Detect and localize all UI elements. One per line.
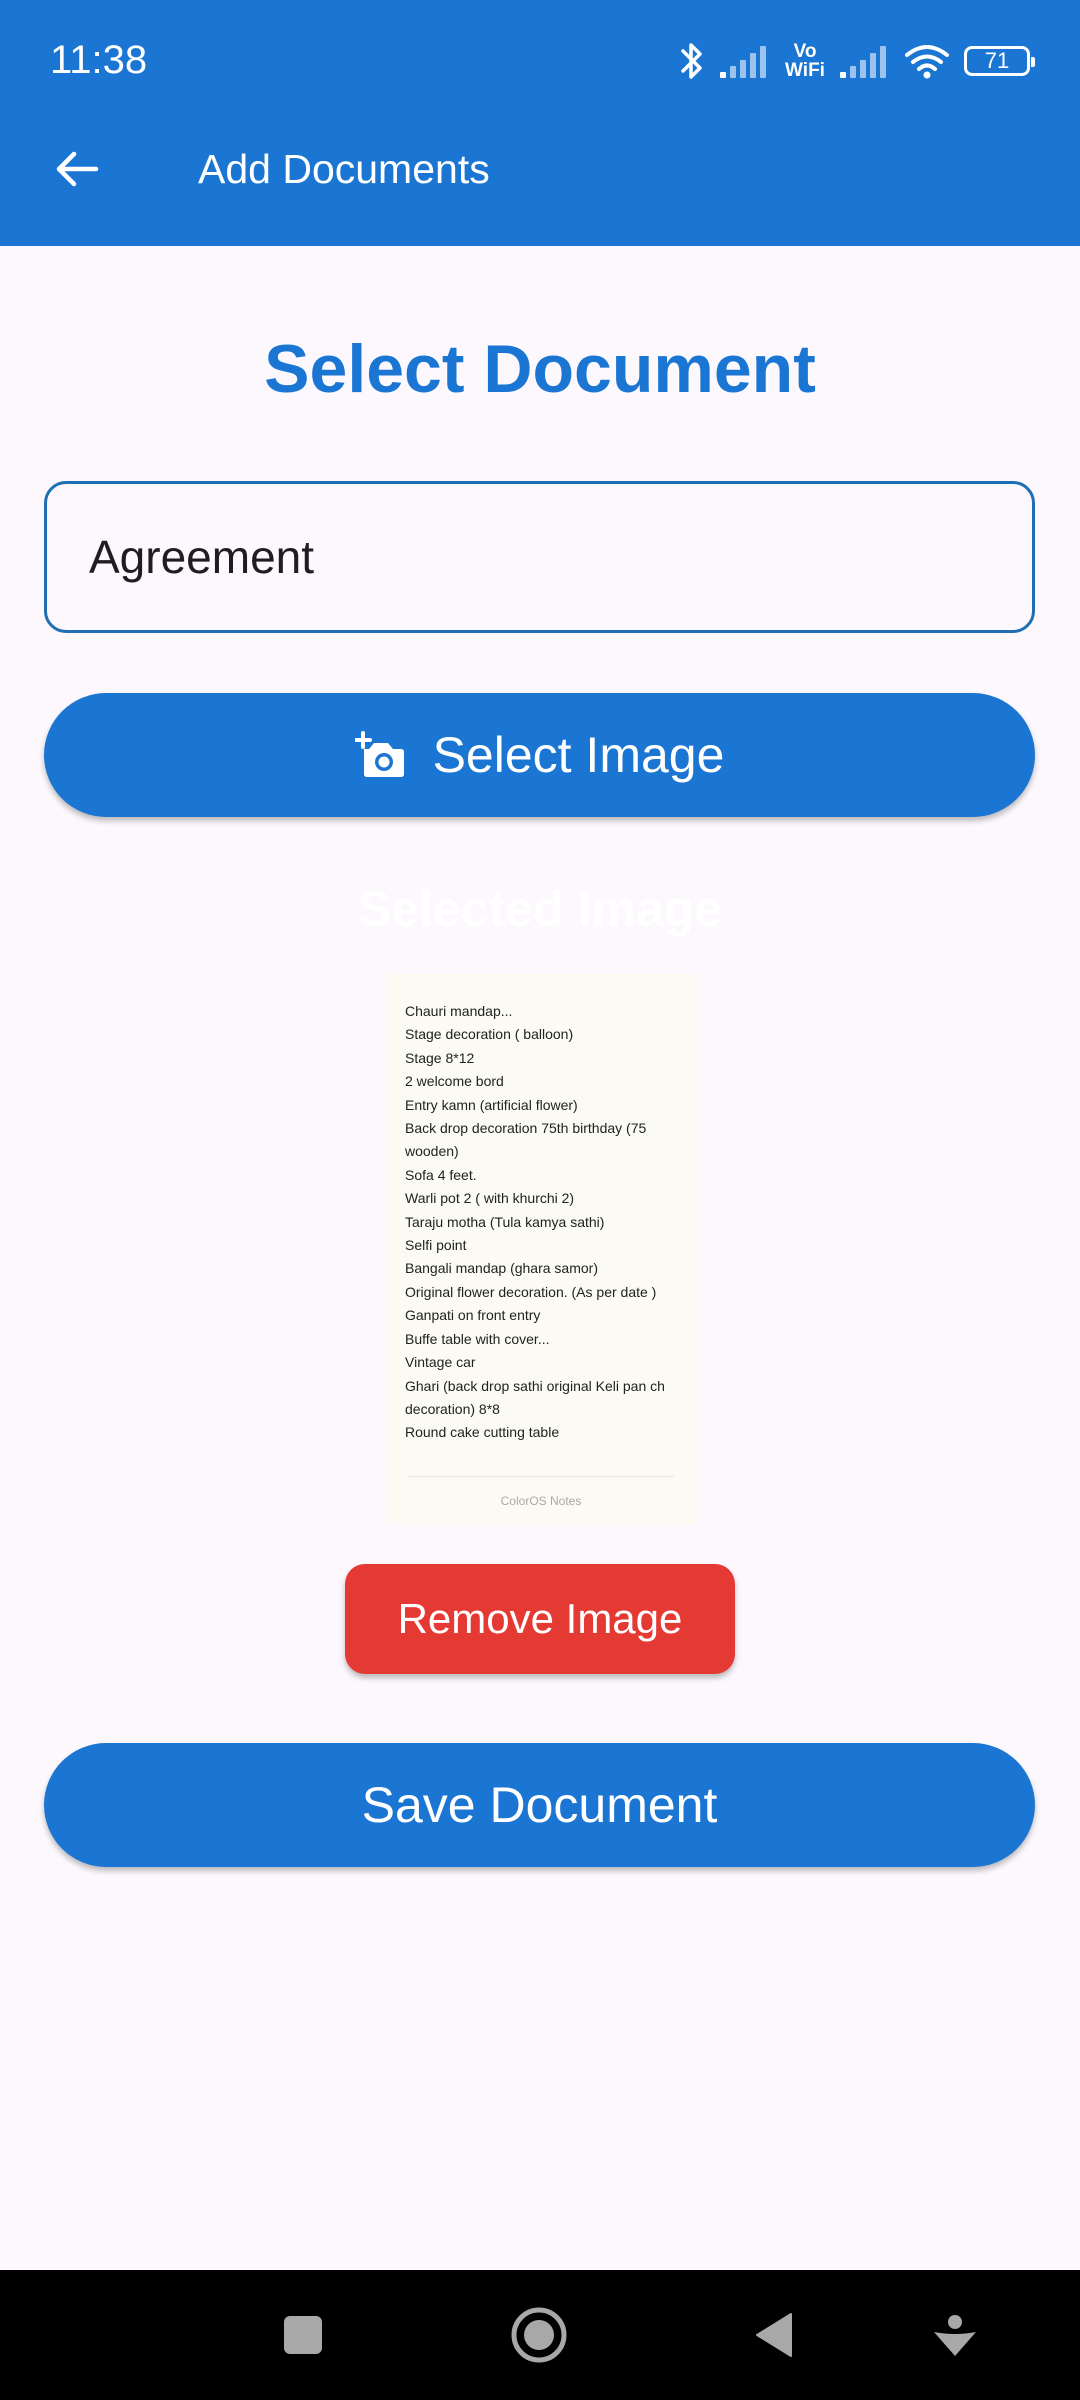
- remove-image-label: Remove Image: [397, 1595, 683, 1642]
- home-button[interactable]: [501, 2297, 577, 2373]
- note-line: Original flower decoration. (As per date…: [405, 1283, 657, 1300]
- remove-image-button[interactable]: Remove Image: [345, 1564, 735, 1674]
- note-line: wooden): [405, 1143, 459, 1160]
- selected-image-preview: Chauri mandap... Stage decoration ( ball…: [386, 974, 696, 1524]
- select-document-heading: Select Document: [264, 331, 816, 407]
- back-button[interactable]: [44, 136, 110, 202]
- document-name-field[interactable]: [44, 481, 1035, 633]
- system-nav-bar: [0, 2270, 1080, 2400]
- add-a-photo-icon: [354, 731, 407, 779]
- app-bar: 11:38 Vo WiFi 71 Add Documents: [0, 0, 1080, 246]
- note-line: Warli pot 2 ( with khurchi 2): [405, 1190, 575, 1207]
- battery-icon: 71: [964, 46, 1035, 76]
- note-line: Bangali mandap (ghara samor): [405, 1260, 598, 1277]
- note-line: Vintage car: [405, 1354, 476, 1371]
- note-line: Back drop decoration 75th birthday (75: [405, 1120, 647, 1137]
- note-line: Stage 8*12: [405, 1049, 475, 1066]
- note-line: Ganpati on front entry: [405, 1307, 541, 1324]
- vowifi-bottom-label: WiFi: [785, 60, 825, 81]
- note-line: Stage decoration ( balloon): [405, 1026, 574, 1043]
- wifi-icon: [905, 45, 949, 79]
- selected-image-label: Selected Image: [357, 881, 723, 937]
- save-document-button[interactable]: Save Document: [44, 1743, 1035, 1867]
- nav-back-button[interactable]: [736, 2297, 812, 2373]
- note-line: Round cake cutting table: [405, 1424, 560, 1441]
- note-line: decoration) 8*8: [405, 1400, 500, 1417]
- note-line: Buffe table with cover...: [405, 1330, 550, 1347]
- document-name-input[interactable]: [89, 484, 989, 630]
- note-line: Chauri mandap...: [405, 1003, 513, 1019]
- note-line: 2 welcome bord: [405, 1073, 504, 1090]
- recents-square-icon: [284, 2316, 322, 2354]
- note-line: Entry kamn (artificial flower): [405, 1096, 578, 1113]
- assistant-button[interactable]: [917, 2297, 993, 2373]
- recents-button[interactable]: [265, 2297, 341, 2373]
- select-image-label: Select Image: [432, 727, 725, 783]
- note-line: Ghari (back drop sathi original Keli pan…: [405, 1377, 665, 1394]
- note-divider: [408, 1476, 674, 1477]
- cell-signal-icon: [840, 46, 886, 78]
- arrow-back-icon: [56, 151, 99, 187]
- back-triangle-icon: [756, 2313, 792, 2357]
- status-time: 11:38: [50, 38, 148, 82]
- save-document-label: Save Document: [361, 1777, 718, 1833]
- note-line: Selfi point: [405, 1237, 467, 1254]
- page-title: Add Documents: [198, 146, 490, 192]
- battery-level: 71: [984, 48, 1010, 73]
- cell-signal-icon: [720, 46, 766, 78]
- status-icons: Vo WiFi 71: [678, 36, 1035, 86]
- home-circle-icon: [511, 2307, 567, 2363]
- vowifi-icon: Vo WiFi: [784, 42, 826, 80]
- note-footer: ColorOS Notes: [500, 1494, 582, 1508]
- note-line: Taraju motha (Tula kamya sathi): [405, 1213, 605, 1230]
- vowifi-top-label: Vo: [793, 41, 817, 62]
- note-line: Sofa 4 feet.: [405, 1166, 477, 1183]
- assistant-icon: [934, 2315, 976, 2356]
- bluetooth-icon: [681, 43, 702, 79]
- select-image-button[interactable]: Select Image: [44, 693, 1035, 817]
